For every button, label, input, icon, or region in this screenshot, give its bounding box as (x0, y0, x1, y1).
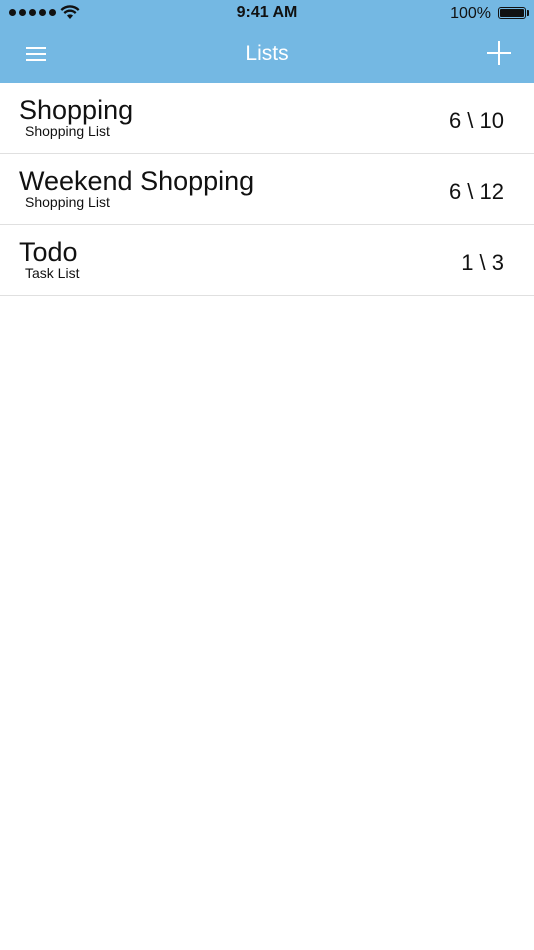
list-title: Weekend Shopping (19, 166, 255, 196)
lists-table: Shopping Shopping List 6 \ 10 Weekend Sh… (0, 83, 534, 296)
list-progress-count: 6 \ 12 (448, 179, 504, 204)
list-title: Shopping (19, 95, 134, 125)
list-type: Shopping List (25, 123, 110, 139)
battery-nub (527, 10, 529, 16)
list-item[interactable]: Todo Task List 1 \ 3 (0, 225, 534, 296)
list-title: Todo (19, 237, 78, 267)
list-item[interactable]: Shopping Shopping List 6 \ 10 (0, 83, 534, 154)
list-type: Shopping List (25, 194, 110, 210)
list-item[interactable]: Weekend Shopping Shopping List 6 \ 12 (0, 154, 534, 225)
list-progress-count: 1 \ 3 (461, 250, 504, 275)
battery-percentage: 100% (450, 5, 491, 22)
status-bar: 9:41 AM 100% (0, 0, 534, 28)
app-screen: 9:41 AM 100% Lists Shopping Shopping Lis… (0, 0, 534, 950)
battery-icon (498, 7, 526, 19)
navigation-bar: Lists (0, 28, 534, 83)
plus-icon[interactable] (484, 39, 514, 69)
page-title: Lists (245, 42, 289, 65)
list-type: Task List (25, 265, 80, 281)
list-progress-count: 6 \ 10 (448, 108, 504, 133)
header-bar: 9:41 AM 100% Lists (0, 0, 534, 83)
